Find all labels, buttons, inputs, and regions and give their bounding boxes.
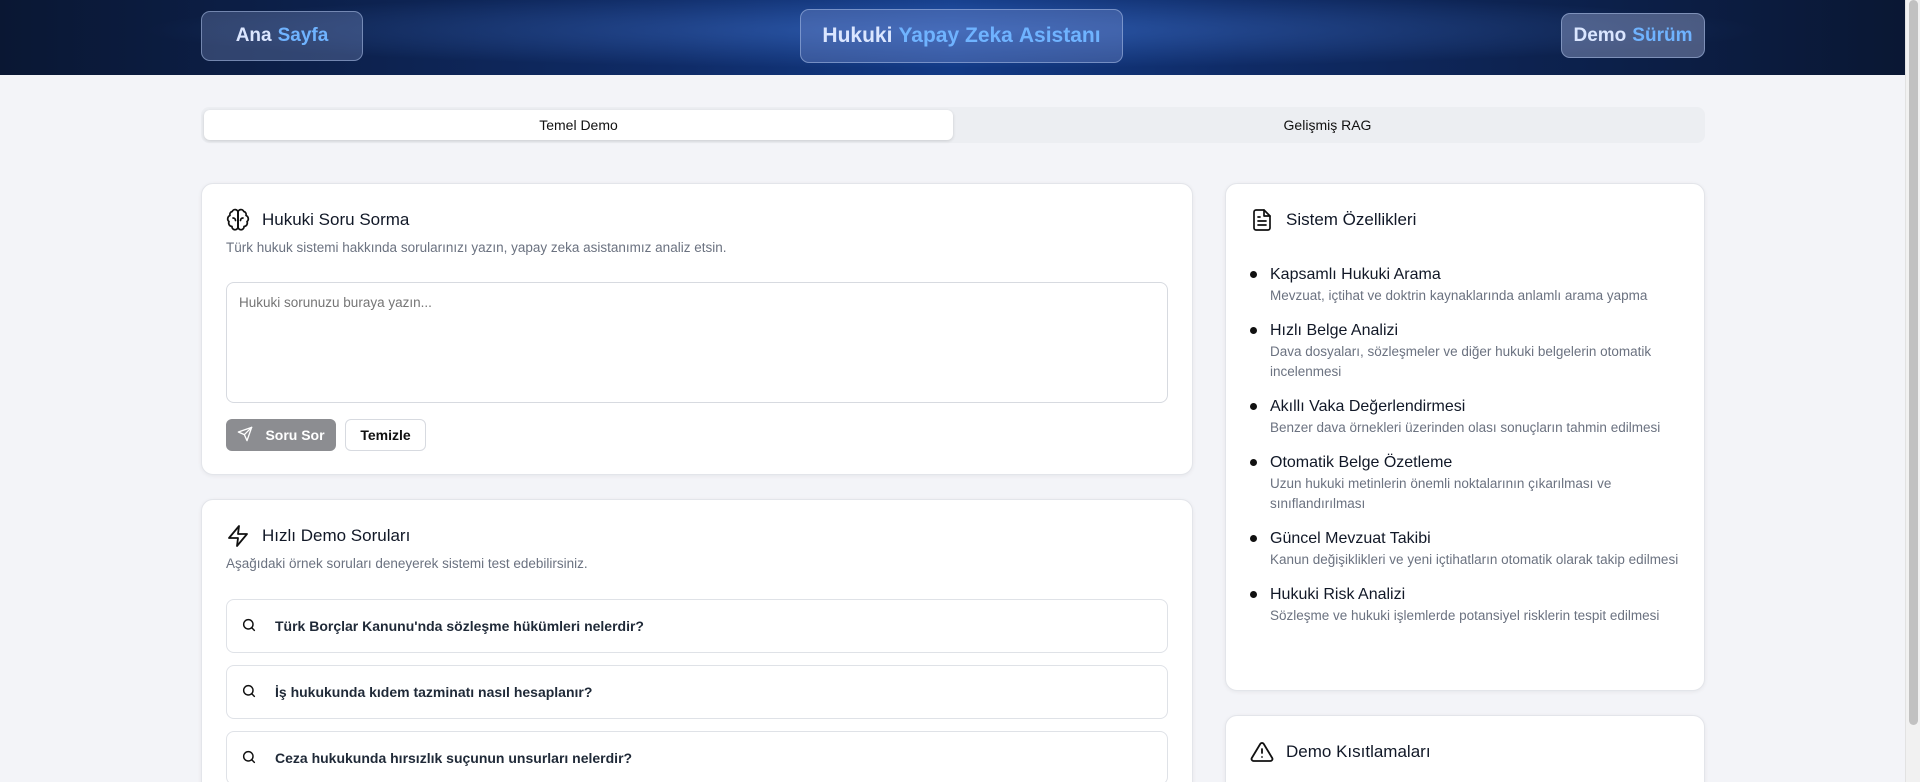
question-input[interactable]	[226, 282, 1168, 403]
ask-card-description: Türk hukuk sistemi hakkında sorularınızı…	[226, 240, 727, 255]
feature-description: Uzun hukuki metinlerin önemli noktaların…	[1270, 476, 1612, 511]
submit-question-label: Soru Sor	[265, 427, 325, 443]
demo-limitations-card: Demo Kısıtlamaları	[1225, 715, 1705, 782]
quick-card-description: Aşağıdaki örnek soruları deneyerek siste…	[226, 556, 588, 571]
lightning-icon	[226, 524, 250, 548]
quick-card-header: Hızlı Demo Soruları	[226, 524, 410, 548]
page-scrollbar[interactable]	[1905, 0, 1920, 782]
ask-card-title: Hukuki Soru Sorma	[262, 210, 410, 229]
quick-question-item[interactable]: Ceza hukukunda hırsızlık suçunun unsurla…	[226, 731, 1168, 782]
home-label-part2: Sayfa	[277, 25, 329, 46]
feature-title: Akıllı Vaka Değerlendirmesi	[1270, 398, 1466, 415]
tab-gelismis-rag[interactable]: Gelişmiş RAG	[953, 110, 1702, 140]
feature-item: Hukuki Risk Analizi Sözleşme ve hukuki i…	[1250, 584, 1690, 626]
feature-description: Dava dosyaları, sözleşmeler ve diğer huk…	[1270, 344, 1652, 379]
app-title-part2: Yapay Zeka	[898, 24, 1013, 47]
feature-item: Akıllı Vaka Değerlendirmesi Benzer dava …	[1250, 396, 1690, 438]
app-title: Hukuki Yapay Zeka Asistanı	[800, 9, 1123, 63]
quick-question-text: Türk Borçlar Kanunu'nda sözleşme hükümle…	[275, 618, 644, 634]
quick-card-title: Hızlı Demo Soruları	[262, 526, 411, 545]
bullet	[1250, 535, 1257, 542]
feature-description: Kanun değişiklikleri ve yeni içtihatları…	[1270, 552, 1679, 567]
warning-icon	[1250, 740, 1274, 764]
clear-button[interactable]: Temizle	[345, 419, 426, 451]
limits-card-title: Demo Kısıtlamaları	[1286, 742, 1431, 761]
mode-tabs: Temel Demo Gelişmiş RAG	[201, 107, 1705, 143]
bullet	[1250, 403, 1257, 410]
bullet	[1250, 591, 1257, 598]
ask-question-card: Hukuki Soru Sorma Türk hukuk sistemi hak…	[201, 183, 1193, 475]
limits-card-header: Demo Kısıtlamaları	[1250, 740, 1431, 764]
bullet	[1250, 271, 1257, 278]
feature-title: Hızlı Belge Analizi	[1270, 322, 1399, 339]
feature-title: Hukuki Risk Analizi	[1270, 586, 1406, 603]
bullet	[1250, 459, 1257, 466]
feature-item: Kapsamlı Hukuki Arama Mevzuat, içtihat v…	[1250, 264, 1690, 306]
badge-label-part1: Demo	[1573, 24, 1627, 46]
home-label-part1: Ana	[235, 25, 272, 46]
feature-description: Mevzuat, içtihat ve doktrin kaynaklarınd…	[1270, 288, 1648, 303]
search-icon	[241, 683, 257, 702]
document-icon	[1250, 208, 1274, 232]
quick-question-text: İş hukukunda kıdem tazminatı nasıl hesap…	[275, 684, 593, 700]
system-features-card: Sistem Özellikleri Kapsamlı Hukuki Arama…	[1225, 183, 1705, 691]
app-title-part3: Asistanı	[1018, 24, 1101, 47]
bullet	[1250, 327, 1257, 334]
demo-version-badge[interactable]: Demo Sürüm	[1561, 13, 1705, 58]
quick-question-text: Ceza hukukunda hırsızlık suçunun unsurla…	[275, 750, 633, 766]
quick-demo-card: Hızlı Demo Soruları Aşağıdaki örnek soru…	[201, 499, 1193, 782]
ask-card-header: Hukuki Soru Sorma	[226, 208, 409, 232]
brain-icon	[226, 208, 250, 232]
feature-description: Benzer dava örnekleri üzerinden olası so…	[1270, 420, 1661, 435]
feature-title: Kapsamlı Hukuki Arama	[1270, 266, 1441, 283]
feature-description: Sözleşme ve hukuki işlemlerde potansiyel…	[1270, 608, 1660, 623]
quick-question-item[interactable]: Türk Borçlar Kanunu'nda sözleşme hükümle…	[226, 599, 1168, 653]
submit-question-button[interactable]: Soru Sor	[226, 419, 336, 451]
feature-title: Otomatik Belge Özetleme	[1270, 454, 1453, 471]
badge-label-part2: Sürüm	[1632, 24, 1693, 46]
quick-question-item[interactable]: İş hukukunda kıdem tazminatı nasıl hesap…	[226, 665, 1168, 719]
send-icon	[237, 426, 253, 445]
features-card-header: Sistem Özellikleri	[1250, 208, 1416, 232]
search-icon	[241, 617, 257, 636]
top-header: Ana Sayfa Hukuki Yapay Zeka Asistanı Dem…	[0, 0, 1905, 75]
home-button[interactable]: Ana Sayfa	[201, 11, 363, 61]
features-list: Kapsamlı Hukuki Arama Mevzuat, içtihat v…	[1250, 264, 1690, 640]
features-card-title: Sistem Özellikleri	[1286, 210, 1417, 229]
feature-item: Otomatik Belge Özetleme Uzun hukuki meti…	[1250, 452, 1690, 514]
feature-item: Güncel Mevzuat Takibi Kanun değişiklikle…	[1250, 528, 1690, 570]
search-icon	[241, 749, 257, 768]
scrollbar-thumb[interactable]	[1909, 0, 1918, 725]
feature-title: Güncel Mevzuat Takibi	[1270, 530, 1431, 547]
app-title-part1: Hukuki	[822, 24, 893, 47]
feature-item: Hızlı Belge Analizi Dava dosyaları, sözl…	[1250, 320, 1690, 382]
tab-temel-demo[interactable]: Temel Demo	[204, 110, 953, 140]
